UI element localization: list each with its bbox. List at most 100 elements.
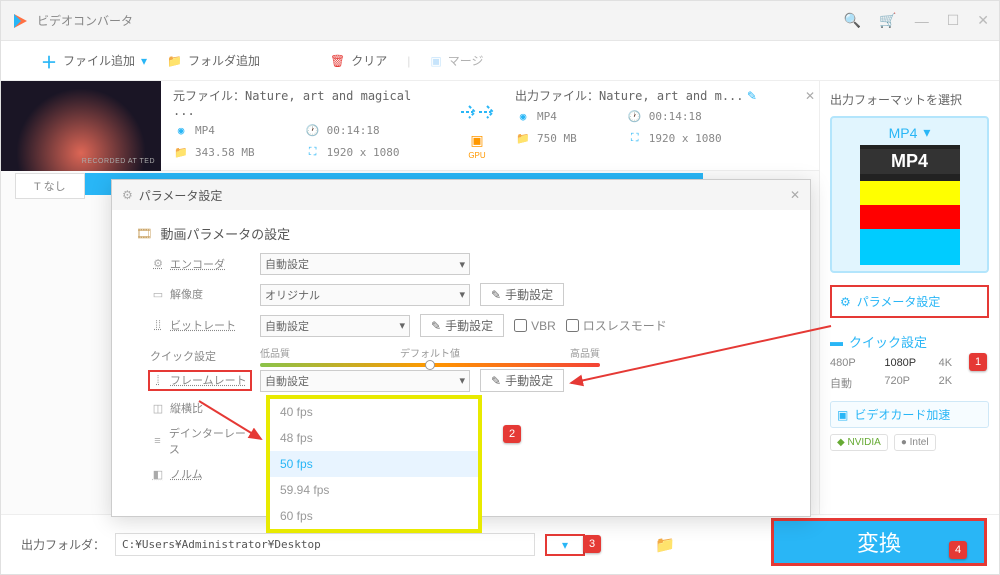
trash-icon: 🗑: [330, 54, 345, 68]
vbr-checkbox[interactable]: VBR: [514, 319, 556, 333]
dialog-close-icon[interactable]: ✕: [790, 188, 800, 202]
output-folder-label: 出力フォルダ：: [21, 536, 105, 553]
fps-option-selected[interactable]: 50 fps: [270, 451, 478, 477]
resolution-label: ▭解像度: [150, 286, 250, 303]
format-icon: ◉: [515, 108, 531, 124]
res-1080p[interactable]: 1080P: [884, 357, 934, 369]
fps-option[interactable]: 40 fps: [270, 399, 478, 425]
framerate-label[interactable]: ⁞フレームレート: [150, 372, 250, 389]
framerate-manual-button[interactable]: ✎手動設定: [480, 369, 564, 392]
gpu-accel-toggle[interactable]: ▣ ビデオカード加速: [830, 401, 989, 428]
gpu-label: GPU: [468, 151, 485, 160]
merge-button[interactable]: ▣ マージ: [430, 52, 483, 69]
norm-icon: ◧: [150, 468, 166, 481]
framerate-dropdown: 40 fps 48 fps 50 fps 59.94 fps 60 fps: [266, 395, 482, 533]
fps-option[interactable]: 60 fps: [270, 503, 478, 529]
annotation-badge-1: 1: [969, 353, 987, 371]
window-minimize-icon[interactable]: —: [915, 13, 929, 29]
chevron-down-icon: ▾: [459, 288, 465, 301]
cart-icon[interactable]: 🛒: [879, 12, 896, 29]
clock-icon: 🕐: [305, 122, 321, 138]
deinterlace-label: ≡デインターレース: [150, 425, 250, 458]
folder-icon: 📁: [173, 144, 189, 160]
quality-slider[interactable]: [260, 363, 600, 367]
resolution-select[interactable]: オリジナル▾: [260, 284, 470, 306]
res-720p[interactable]: 720P: [884, 375, 934, 391]
res-2k[interactable]: 2K: [939, 375, 989, 391]
bitrate-manual-button[interactable]: ✎手動設定: [420, 314, 504, 337]
quick-setting-label: クイック設定: [150, 348, 250, 365]
chevron-down-icon: ▾: [399, 319, 405, 332]
app-logo-icon: [11, 12, 29, 30]
chevron-down-icon: ▾: [459, 258, 465, 271]
dots-icon: ⁞⁞: [150, 319, 166, 331]
plus-icon: ＋: [41, 49, 57, 73]
lines-icon: ≡: [150, 435, 165, 447]
window-close-icon[interactable]: ✕: [977, 12, 989, 29]
quick-settings-header: ▬ クイック設定: [830, 332, 989, 351]
sliders-icon: ⚙: [840, 295, 851, 309]
fps-option[interactable]: 59.94 fps: [270, 477, 478, 503]
edit-icon[interactable]: ✎: [747, 89, 757, 103]
thumbnail-caption: RECORDED AT TED: [82, 158, 155, 165]
app-title: ビデオコンバータ: [37, 12, 133, 29]
res-480p[interactable]: 480P: [830, 357, 880, 369]
film-icon: 🎞: [136, 226, 153, 242]
intel-chip: ● Intel: [894, 434, 936, 451]
aspect-label: ◫縦横比: [150, 400, 250, 417]
video-params-section: 🎞 動画パラメータの設定: [136, 224, 786, 243]
main-toolbar: ＋ ファイル追加 ▾ 📁 フォルダ追加 🗑 クリア | ▣ マージ: [1, 41, 999, 81]
aspect-icon: ◫: [150, 402, 166, 415]
format-selector[interactable]: MP4▾: [830, 116, 989, 273]
lossless-checkbox[interactable]: ロスレスモード: [566, 317, 667, 334]
chevron-down-icon: ▾: [923, 124, 930, 141]
resolution-icon: ⛶: [627, 130, 643, 146]
merge-icon: ▣: [430, 54, 441, 68]
open-folder-icon[interactable]: 📁: [655, 535, 675, 555]
pencil-icon: ✎: [491, 374, 501, 388]
annotation-badge-3: 3: [583, 535, 601, 553]
output-folder-path[interactable]: C:¥Users¥Administrator¥Desktop: [115, 533, 535, 556]
slider-knob[interactable]: [425, 360, 435, 370]
fps-option[interactable]: 48 fps: [270, 425, 478, 451]
video-thumbnail[interactable]: RECORDED AT TED: [1, 81, 161, 171]
format-icon: ◉: [173, 122, 189, 138]
output-header: 出力フォーマットを選択: [830, 91, 989, 108]
title-bar: ビデオコンバータ 🔍 🛒 — ☐ ✕: [1, 1, 999, 41]
output-folder-dropdown[interactable]: ▾: [545, 534, 585, 556]
add-folder-button[interactable]: 📁 フォルダ追加: [167, 52, 260, 69]
window-maximize-icon[interactable]: ☐: [947, 12, 960, 29]
annotation-badge-2: 2: [503, 425, 521, 443]
output-panel: 出力フォーマットを選択 MP4▾ ⚙ パラメータ設定 ▬ クイック設定 480P…: [819, 81, 999, 514]
framerate-select[interactable]: 自動設定▾: [260, 370, 470, 392]
norm-label[interactable]: ◧ノルム: [150, 466, 250, 483]
chevron-down-icon: ▾: [141, 54, 147, 68]
dots-icon: ⁞: [150, 374, 166, 386]
resolution-grid: 480P 1080P 4K 自動 720P 2K: [830, 357, 989, 391]
rect-icon: ▭: [150, 288, 166, 301]
bitrate-label[interactable]: ⁞⁞ビットレート: [150, 317, 250, 334]
chip-icon: ▣: [837, 408, 848, 422]
clock-icon: 🕐: [627, 108, 643, 124]
search-icon[interactable]: 🔍: [844, 12, 861, 29]
res-auto[interactable]: 自動: [830, 375, 880, 391]
encoder-select[interactable]: 自動設定▾: [260, 253, 470, 275]
source-file-name: 元ファイル：Nature, art and magical ...: [173, 87, 439, 118]
chevron-down-icon: ▾: [459, 374, 465, 387]
sliders-icon: ⚙: [122, 188, 133, 202]
format-thumbnail: [860, 145, 960, 265]
subtitle-none-tab[interactable]: T なし: [15, 173, 85, 199]
parameter-settings-button[interactable]: ⚙ パラメータ設定: [830, 285, 989, 318]
clear-button[interactable]: 🗑 クリア: [330, 52, 387, 69]
nvidia-chip: ◆ NVIDIA: [830, 434, 888, 451]
resolution-icon: ⛶: [305, 144, 321, 160]
dash-icon: ▬: [830, 334, 843, 349]
add-file-button[interactable]: ＋ ファイル追加 ▾: [41, 49, 147, 73]
annotation-badge-4: 4: [949, 541, 967, 559]
folder-plus-icon: 📁: [167, 54, 182, 68]
pencil-icon: ✎: [491, 288, 501, 302]
resolution-manual-button[interactable]: ✎手動設定: [480, 283, 564, 306]
bitrate-select[interactable]: 自動設定▾: [260, 315, 410, 337]
encoder-label[interactable]: ⚙エンコーダ: [150, 256, 250, 273]
dialog-title: パラメータ設定: [139, 187, 223, 204]
